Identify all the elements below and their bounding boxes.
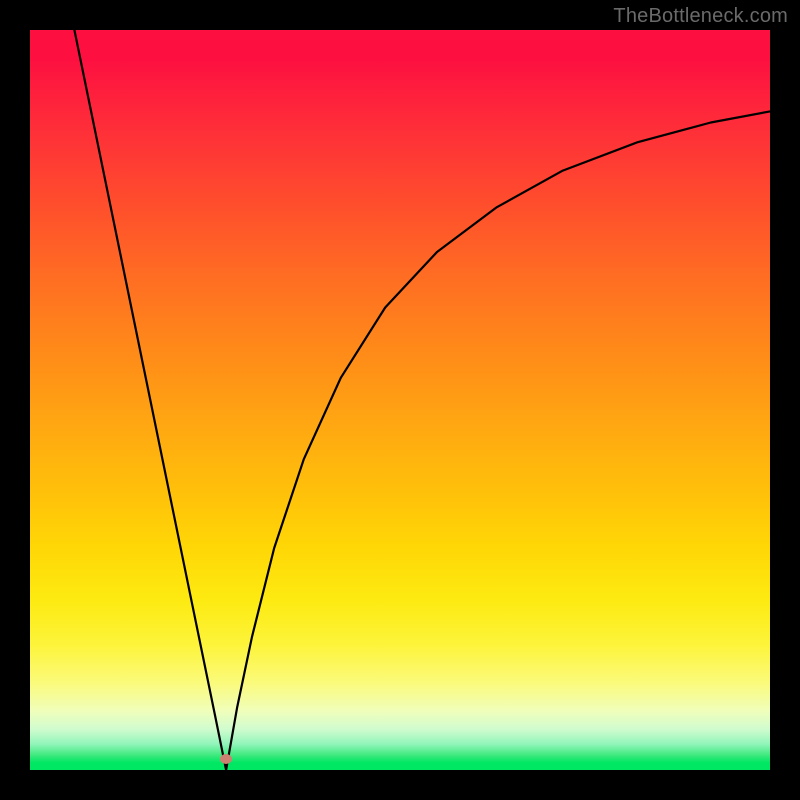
curve-line <box>30 30 770 770</box>
chart-frame: TheBottleneck.com <box>0 0 800 800</box>
attribution-text: TheBottleneck.com <box>613 5 788 28</box>
plot-area <box>30 30 770 770</box>
minimum-marker <box>220 754 232 764</box>
